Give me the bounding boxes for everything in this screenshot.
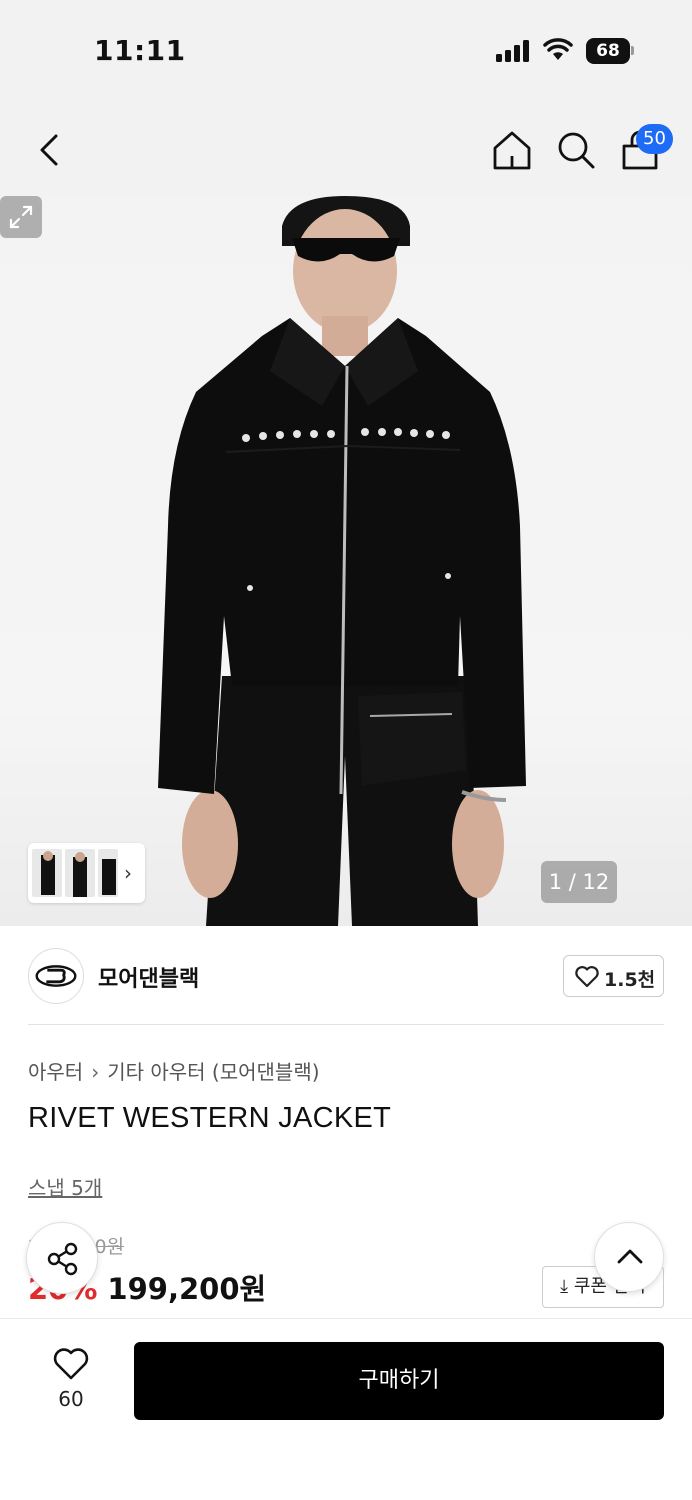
bottom-action-bar: 60 구매하기: [0, 1318, 692, 1500]
chevron-up-icon: [617, 1249, 643, 1264]
thumbnail-2[interactable]: [65, 849, 95, 897]
top-nav: [0, 100, 692, 196]
search-icon[interactable]: [554, 128, 598, 172]
heart-icon: [575, 966, 599, 988]
product-image-gallery[interactable]: › 1 / 12: [0, 196, 692, 926]
breadcrumb: 아우터 › 기타 아우터 (모어댄블랙): [28, 1056, 320, 1085]
wishlist-count: 60: [58, 1387, 84, 1411]
chevron-right-icon: ›: [91, 1060, 100, 1084]
heart-icon: [53, 1348, 89, 1380]
battery-cap: [631, 46, 634, 55]
brand-row[interactable]: 모어댄블랙 1.5천: [0, 926, 692, 1026]
brand-like-button[interactable]: 1.5천: [563, 955, 664, 997]
scroll-top-button[interactable]: [594, 1222, 664, 1292]
download-icon: ⤓: [560, 1276, 569, 1297]
battery-indicator: 68: [586, 38, 630, 64]
cart-count-badge: 50: [636, 124, 673, 154]
divider: [28, 1024, 664, 1025]
chevron-right-icon[interactable]: ›: [124, 861, 132, 885]
breadcrumb-item-other-outer[interactable]: 기타 아우터 (모어댄블랙): [107, 1060, 319, 1084]
product-photo: [158, 196, 526, 926]
thumbnail-1[interactable]: [32, 849, 62, 897]
wishlist-button[interactable]: 60: [36, 1345, 106, 1415]
home-icon[interactable]: [490, 128, 534, 172]
image-counter: 1 / 12: [541, 861, 617, 903]
status-time: 11:11: [94, 34, 186, 67]
share-button[interactable]: [26, 1222, 98, 1294]
product-title: RIVET WESTERN JACKET: [28, 1102, 392, 1134]
breadcrumb-item-outer[interactable]: 아우터: [28, 1060, 83, 1084]
thumbnail-3[interactable]: [98, 849, 118, 897]
snap-link[interactable]: 스냅 5개: [28, 1172, 102, 1201]
share-icon: [47, 1242, 78, 1276]
status-bar: 11:11 68: [0, 0, 692, 100]
expand-icon[interactable]: [0, 196, 42, 238]
cellular-signal-icon: [496, 40, 532, 62]
brand-like-count: 1.5천: [604, 969, 656, 991]
thumbnail-strip[interactable]: ›: [28, 843, 145, 903]
back-arrow-icon[interactable]: [30, 128, 70, 172]
brand-name[interactable]: 모어댄블랙: [98, 961, 199, 993]
buy-button[interactable]: 구매하기: [134, 1342, 664, 1420]
wifi-icon: [543, 38, 573, 60]
brand-logo[interactable]: [28, 948, 84, 1004]
sale-price: 199,200원: [107, 1272, 267, 1306]
